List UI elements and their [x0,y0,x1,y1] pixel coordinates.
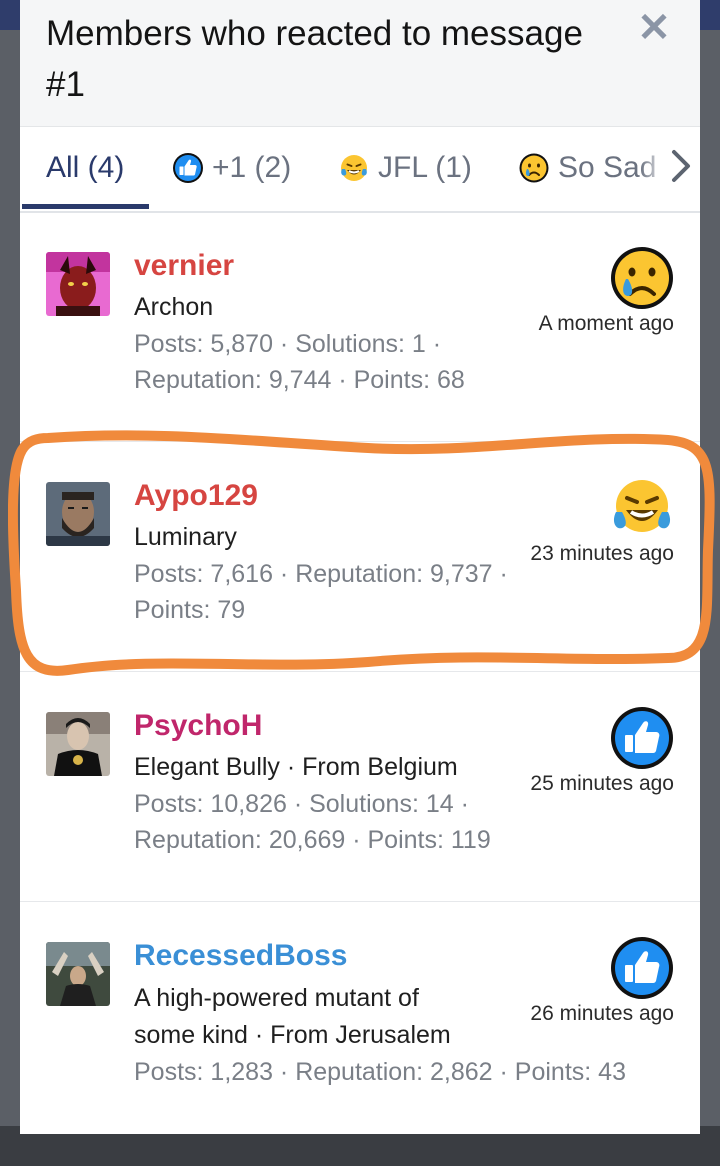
active-tab-indicator [22,204,149,209]
member-stats: Posts: 10,826 · Solutions: 14 · Reputati… [134,790,491,854]
member-row: RecessedBoss A high-powered mutant of so… [20,902,700,1134]
reactions-modal: Members who reacted to message #1 ✕ All … [20,0,700,1134]
member-title: A high-powered mutant of some kind · Fro… [134,984,451,1049]
avatar[interactable] [46,482,110,546]
member-name[interactable]: PsychoH [134,706,262,746]
sad-emoji-icon [610,246,674,310]
member-title: Archon [134,293,214,321]
reaction-time: 25 minutes ago [530,772,674,795]
close-icon[interactable]: ✕ [636,6,672,50]
reaction-time: 23 minutes ago [530,542,674,565]
sad-emoji-icon [518,152,550,184]
member-title: Luminary [134,523,237,551]
reaction-time: 26 minutes ago [530,1002,674,1025]
member-title: Elegant Bully · From Belgium [134,753,458,781]
reaction-time: A moment ago [538,312,674,335]
member-row: PsychoH Elegant Bully · From Belgium Pos… [20,672,700,902]
member-name[interactable]: RecessedBoss [134,936,347,976]
laughing-emoji-icon [338,152,370,184]
avatar[interactable] [46,942,110,1006]
member-name[interactable]: vernier [134,246,234,286]
tab-jfl[interactable]: JFL (1) [338,127,472,209]
member-stats: Posts: 1,283 · Reputation: 2,862 · Point… [134,1058,626,1086]
laughing-emoji-icon [610,476,674,540]
tab-label: All (4) [46,151,125,184]
avatar[interactable] [46,252,110,316]
avatar[interactable] [46,712,110,776]
modal-header: Members who reacted to message #1 ✕ [20,0,700,127]
thumbs-up-icon [610,936,674,1000]
thumbs-up-icon [172,152,204,184]
member-stats: Posts: 7,616 · Reputation: 9,737 · Point… [134,560,508,624]
background-page-left [0,30,20,1130]
tab-all[interactable]: All (4) [46,127,124,209]
tab-plus-one[interactable]: +1 (2) [172,127,291,209]
member-row: Aypo129 Luminary Posts: 7,616 · Reputati… [20,442,700,672]
tab-label: JFL (1) [378,151,472,184]
background-page-right [700,30,720,1130]
tabs-scroll-right[interactable] [640,127,700,209]
member-name[interactable]: Aypo129 [134,476,258,516]
chevron-right-icon [670,148,692,189]
modal-title: Members who reacted to message #1 [46,14,583,104]
thumbs-up-icon [610,706,674,770]
reaction-tabs: All (4) +1 (2) JFL (1) So Sad [20,127,700,213]
member-row: vernier Archon Posts: 5,870 · Solutions:… [20,212,700,442]
tab-label: +1 (2) [212,151,292,184]
tab-so-sad[interactable]: So Sad [518,127,656,209]
member-stats: Posts: 5,870 · Solutions: 1 · Reputation… [134,330,465,394]
